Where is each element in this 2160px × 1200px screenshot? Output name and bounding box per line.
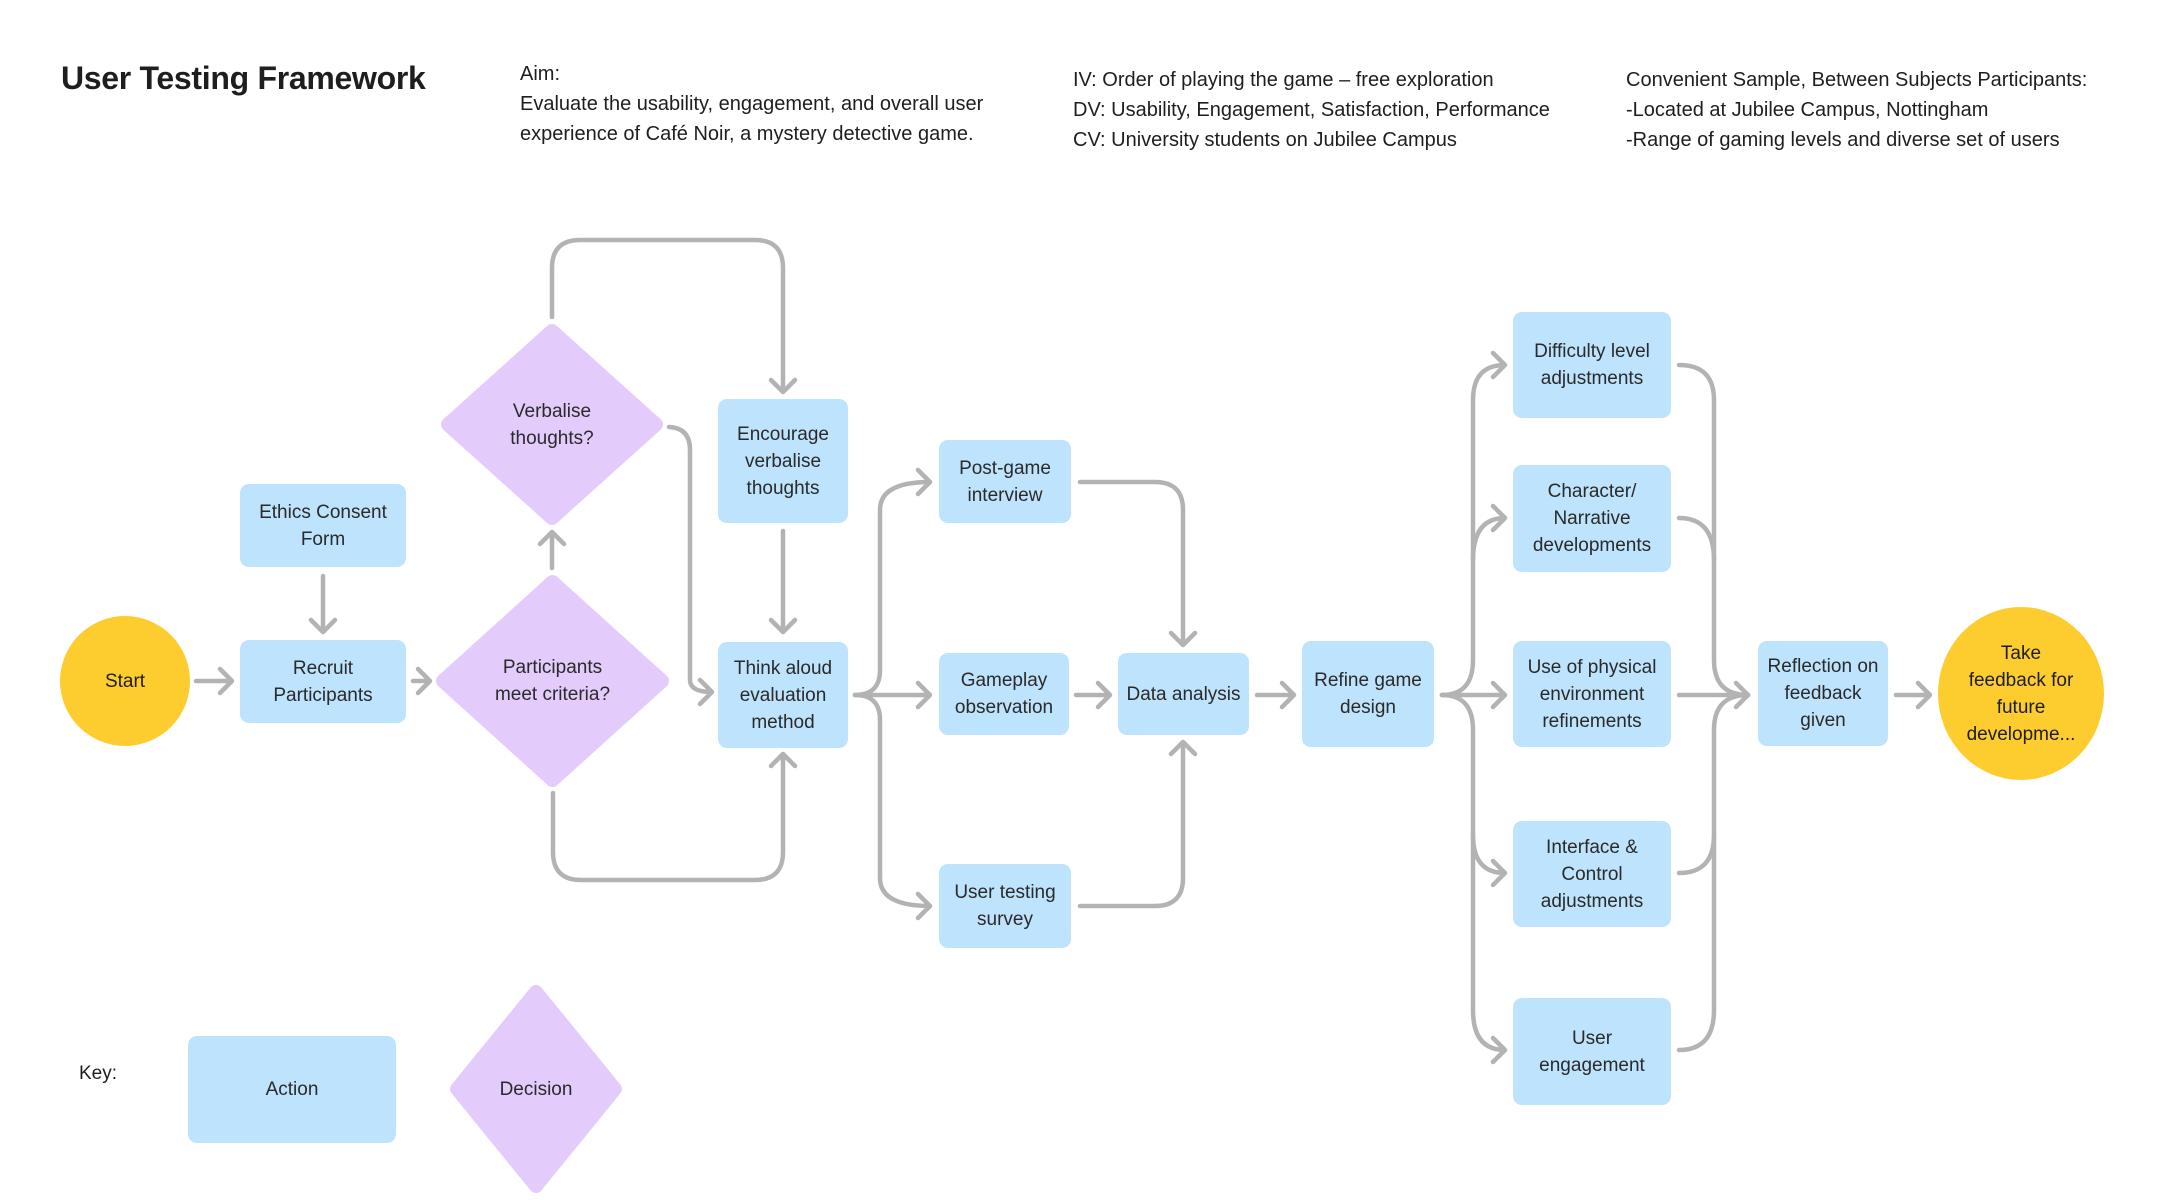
edge-refine-character (1470, 503, 1508, 563)
node-label: Refine game design (1314, 670, 1422, 718)
node-label: Interface & Control adjustments (1540, 836, 1644, 912)
edge-data-refine (1254, 680, 1297, 710)
edge-encourage-think (768, 528, 798, 635)
edge-recruit-criteria (410, 666, 433, 696)
difficulty-node[interactable]: Difficulty level adjustments (1513, 312, 1671, 418)
physical-node[interactable]: Use of physical environment refinements (1513, 641, 1671, 747)
node-label: Gameplay observation (954, 670, 1054, 718)
edge-criteria-verbalise (537, 529, 567, 571)
think-aloud-node[interactable]: Think aloud evaluation method (718, 642, 848, 748)
node-label: Use of physical environment refinements (1527, 656, 1657, 732)
edge-refine-difficulty (1439, 350, 1508, 698)
node-label: Start (104, 670, 146, 692)
data-analysis-node[interactable]: Data analysis (1118, 653, 1249, 735)
survey-node[interactable]: User testing survey (939, 864, 1071, 948)
criteria-decision-node[interactable]: Participants meet criteria? (436, 575, 669, 787)
edge-gameplay-data (1073, 680, 1113, 710)
gameplay-node[interactable]: Gameplay observation (939, 653, 1069, 735)
character-node[interactable]: Character/ Narrative developments (1513, 465, 1671, 572)
node-label: User testing survey (954, 882, 1056, 930)
start-node[interactable]: Start (60, 616, 190, 746)
edge-survey-data (1077, 739, 1198, 909)
edge-verbalise-think (666, 424, 715, 707)
node-label: Ethics Consent Form (259, 501, 387, 550)
key-action-label: Action (265, 1079, 319, 1100)
key-decision: Decision (450, 985, 622, 1193)
node-label: Verbalise thoughts? (510, 400, 594, 449)
node-label: Character/ Narrative developments (1532, 481, 1652, 556)
edge-postgame-data (1077, 479, 1198, 648)
edge-character-reflection (1676, 515, 1717, 563)
edge-refine-interface-b (1470, 832, 1508, 888)
refine-node[interactable]: Refine game design (1302, 641, 1434, 747)
key-action: Action (188, 1036, 396, 1143)
node-label: Encourage verbalise thoughts (737, 423, 829, 499)
node-label: Recruit Participants (273, 657, 373, 706)
interface-node[interactable]: Interface & Control adjustments (1513, 821, 1671, 927)
edge-reflection-take (1893, 680, 1933, 710)
node-label: Take feedback for future developme... (1966, 642, 2076, 745)
post-game-node[interactable]: Post-game interview (939, 440, 1071, 523)
edge-refine-interface (1439, 692, 1508, 1065)
edge-interface-reflection (1676, 832, 1717, 876)
take-feedback-node[interactable]: Take feedback for future developme... (1938, 607, 2104, 780)
node-label: Reflection on feedback given (1767, 656, 1879, 731)
connectors (193, 237, 1933, 1065)
recruit-node[interactable]: Recruit Participants (240, 640, 406, 723)
engagement-node[interactable]: User engagement (1513, 998, 1671, 1105)
node-label: Post-game interview (959, 457, 1051, 506)
key-label: Key: (79, 1063, 118, 1084)
ethics-consent-node[interactable]: Ethics Consent Form (240, 484, 406, 567)
encourage-node[interactable]: Encourage verbalise thoughts (718, 399, 848, 523)
edge-start-recruit (193, 666, 235, 696)
edge-difficulty-reflection (1676, 362, 1751, 698)
node-label: Participants meet criteria? (494, 657, 611, 705)
reflection-node[interactable]: Reflection on feedback given (1758, 641, 1888, 746)
edge-think-postgame (852, 467, 933, 698)
key-decision-label: Decision (499, 1078, 573, 1100)
edge-think-survey (852, 692, 933, 921)
node-label: Data analysis (1126, 683, 1241, 705)
node-label: Think aloud evaluation method (733, 657, 833, 733)
node-label: Difficulty level adjustments (1534, 341, 1650, 389)
edge-ethics-recruit (308, 573, 338, 635)
verbalise-decision-node[interactable]: Verbalise thoughts? (441, 324, 663, 525)
node-label: User engagement (1539, 1027, 1645, 1076)
